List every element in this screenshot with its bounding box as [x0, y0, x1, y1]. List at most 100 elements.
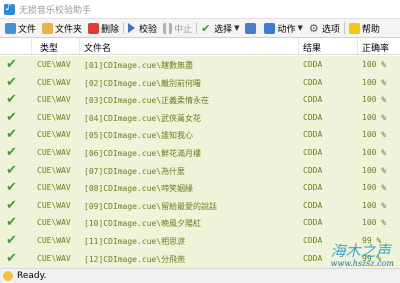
table-row[interactable]: ✔ CUE\WAV [02]CDImage.cue\離別前何曙 CDDA 100 % [0, 73, 400, 92]
check-icon: ✔ [6, 74, 17, 90]
select-button[interactable]: ✔ 选择 ▼ [198, 20, 242, 36]
cell-type: CUE\WAV [37, 200, 71, 210]
stop-label: 中止 [174, 24, 193, 35]
save-button[interactable] [242, 20, 261, 36]
status-text: Ready. [17, 271, 47, 281]
cell-type: CUE\WAV [37, 112, 71, 122]
table-row[interactable]: ✔ CUE\WAV [01]CDImage.cue\瞎數無盡 CDDA 100 % [0, 56, 400, 74]
cell-result: CDDA [303, 218, 323, 228]
check-icon: ✔ [6, 92, 17, 108]
cell-accuracy: 100 % [362, 95, 387, 105]
cell-filename: [06]CDImage.cue\鮮花滿月樓 [84, 149, 202, 158]
cell-result: CDDA [303, 130, 323, 140]
cell-accuracy: 100 % [362, 165, 387, 175]
delete-label: 删除 [101, 24, 120, 35]
smiley-icon [3, 271, 13, 281]
cell-filename: [02]CDImage.cue\離別前何曙 [84, 78, 202, 88]
check-icon: ✔ [6, 215, 17, 231]
action-label: 动作 [277, 24, 296, 35]
folder-button[interactable]: 文件夹 [39, 20, 85, 36]
folder-label: 文件夹 [55, 24, 83, 35]
action-icon [264, 22, 276, 34]
cell-result: CDDA [303, 148, 323, 157]
table-row[interactable]: ✔ CUE\WAV [05]CDImage.cue\誰知我心 CDDA 100 % [0, 126, 400, 145]
table-row[interactable]: ✔ CUE\WAV [07]CDImage.cue\為什麼 CDDA 100 % [0, 161, 400, 180]
toolbar-separator [343, 22, 345, 34]
cell-result: CDDA [303, 200, 323, 210]
cell-result: CDDA [303, 253, 323, 263]
pause-icon [163, 22, 173, 34]
cell-result: CDDA [303, 236, 323, 245]
cell-accuracy: 100 % [362, 218, 387, 228]
help-label: 帮助 [361, 24, 380, 35]
select-label: 选择 [214, 24, 233, 35]
cell-type: CUE\WAV [37, 95, 71, 105]
check-icon: ✔ [6, 162, 17, 178]
status-bar: Ready. [0, 268, 400, 283]
app-icon [4, 2, 15, 15]
check-icon: ✔ [6, 233, 17, 248]
check-icon: ✔ [6, 109, 17, 125]
verify-label: 校验 [139, 24, 158, 35]
table-row[interactable]: ✔ CUE\WAV [04]CDImage.cue\武俠萬女花 CDDA 100 % [0, 108, 400, 127]
cell-filename: [01]CDImage.cue\瞎數無盡 [84, 61, 194, 70]
options-button[interactable]: ⚙ 选项 [306, 20, 343, 36]
column-header-accuracy[interactable]: 正确率 [362, 41, 389, 54]
table-row[interactable]: ✔ CUE\WAV [08]CDImage.cue\啼笑姻緣 CDDA 100 % [0, 179, 400, 198]
check-icon: ✔ [6, 197, 17, 213]
table-row[interactable]: ✔ CUE\WAV [06]CDImage.cue\鮮花滿月樓 CDDA 100 % [0, 144, 400, 162]
action-button[interactable]: 动作 ▼ [261, 20, 305, 36]
cell-accuracy: 100 % [362, 60, 387, 69]
cell-accuracy: 100 % [362, 130, 387, 140]
cell-type: CUE\WAV [37, 148, 71, 157]
file-icon [5, 22, 16, 34]
check-icon: ✔ [6, 145, 17, 160]
cell-filename: [03]CDImage.cue\正義柔情永在 [84, 96, 210, 106]
cell-filename: [04]CDImage.cue\武俠萬女花 [84, 113, 202, 123]
cell-result: CDDA [303, 77, 323, 87]
table-row[interactable]: ✔ CUE\WAV [10]CDImage.cue\晚風夕陽紅 CDDA 100 % [0, 214, 400, 233]
cell-filename: [05]CDImage.cue\誰知我心 [84, 131, 194, 141]
watermark-url: www.hszsz.com [330, 259, 394, 268]
cell-filename: [11]CDImage.cue\相思淚 [84, 237, 186, 246]
cell-filename: [08]CDImage.cue\啼笑姻緣 [84, 184, 194, 194]
file-button[interactable]: 文件 [2, 20, 39, 36]
table-row[interactable]: ✔ CUE\WAV [09]CDImage.cue\留給最愛的說話 CDDA 100 % [0, 196, 400, 215]
cell-result: CDDA [303, 183, 323, 193]
column-header-result[interactable]: 结果 [303, 41, 321, 54]
window-title: 无损音乐校验助手 [19, 5, 92, 16]
cell-filename: [09]CDImage.cue\留給最愛的說話 [84, 201, 218, 211]
column-header-type[interactable]: 类型 [40, 41, 58, 54]
cell-result: CDDA [303, 60, 323, 69]
cell-type: CUE\WAV [37, 253, 71, 263]
watermark-name: 海木之声 [330, 242, 391, 260]
cell-result: CDDA [303, 112, 323, 122]
table-row[interactable]: ✔ CUE\WAV [03]CDImage.cue\正義柔情永在 CDDA 100 % [0, 91, 400, 110]
delete-icon [88, 22, 100, 34]
stop-button[interactable]: 中止 [160, 20, 195, 36]
chevron-down-icon: ▼ [297, 24, 303, 32]
cell-filename: [10]CDImage.cue\晚風夕陽紅 [84, 219, 202, 229]
cell-filename: [07]CDImage.cue\為什麼 [84, 166, 186, 176]
verify-button[interactable]: 校验 [125, 20, 160, 36]
options-label: 选项 [321, 24, 340, 35]
cell-type: CUE\WAV [37, 218, 71, 228]
watermark-logo: 海木之声 www.hszsz.com [331, 240, 394, 268]
delete-button[interactable]: 删除 [85, 20, 122, 36]
chevron-down-icon: ▼ [234, 24, 240, 32]
cell-type: CUE\WAV [37, 77, 71, 87]
cell-accuracy: 100 % [362, 148, 387, 157]
help-button[interactable]: 帮助 [346, 20, 383, 36]
check-icon: ✔ [6, 127, 17, 143]
cell-accuracy: 100 % [362, 112, 387, 122]
cell-type: CUE\WAV [37, 165, 71, 175]
play-icon [128, 23, 136, 33]
cell-result: CDDA [303, 95, 323, 105]
cell-filename: [12]CDImage.cue\分飛燕 [84, 254, 186, 264]
check-icon: ✔ [201, 21, 211, 35]
folder-icon [42, 22, 54, 34]
check-icon: ✔ [6, 57, 17, 72]
column-header-filename[interactable]: 文件名 [84, 41, 111, 54]
toolbar: 文件 文件夹 删除 校验 中止 ✔ 选择 ▼ 动作 ▼ ⚙ 选项 帮助 [0, 18, 400, 38]
lightbulb-icon [348, 22, 360, 34]
